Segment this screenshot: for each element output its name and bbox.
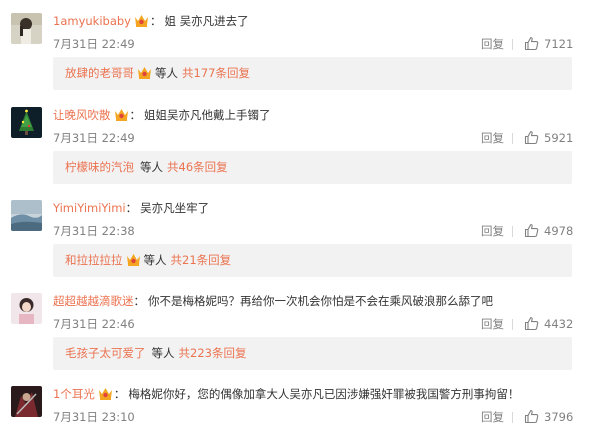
like-count: 7121 xyxy=(544,36,574,51)
like-count: 5921 xyxy=(544,130,574,145)
avatar[interactable] xyxy=(11,386,42,417)
comment-timestamp: 7月31日 22:38 xyxy=(53,224,135,238)
vip-badge-icon xyxy=(113,107,130,122)
avatar[interactable] xyxy=(11,200,42,231)
like-button[interactable]: 4978 xyxy=(524,222,573,239)
divider xyxy=(512,39,513,50)
comment-timestamp: 7月31日 22:49 xyxy=(53,131,135,145)
reply-button[interactable]: 回复 xyxy=(481,36,504,52)
replies-middle-text: 等人 xyxy=(140,160,163,174)
username-link[interactable]: 1amyukibaby xyxy=(53,14,131,28)
like-button[interactable]: 3796 xyxy=(524,408,573,425)
comment-timestamp: 7月31日 22:49 xyxy=(53,37,135,51)
thumbs-up-icon xyxy=(524,409,539,424)
like-count: 3796 xyxy=(544,409,574,424)
avatar[interactable] xyxy=(11,107,42,138)
like-button[interactable]: 7121 xyxy=(524,35,573,52)
vip-badge-icon xyxy=(133,13,150,28)
thumbs-up-icon xyxy=(524,36,539,51)
avatar[interactable] xyxy=(11,13,42,44)
comment-text: 姐姐吴亦凡他戴上手镯了 xyxy=(144,108,271,122)
divider xyxy=(512,133,513,144)
comment-text: 姐 吴亦凡进去了 xyxy=(164,14,249,28)
reply-button[interactable]: 回复 xyxy=(481,223,504,239)
view-replies-link[interactable]: 共21条回复 xyxy=(171,253,232,267)
reply-username[interactable]: 毛孩子太可爱了 xyxy=(65,346,146,360)
replies-middle-text: 等人 xyxy=(155,66,178,80)
thumbs-up-icon xyxy=(524,223,539,238)
divider xyxy=(512,412,513,423)
replies-middle-text: 等人 xyxy=(143,253,167,267)
vip-badge-icon xyxy=(125,247,142,266)
replies-middle-text: 等人 xyxy=(151,346,175,360)
thumbs-up-icon xyxy=(524,316,539,331)
like-count: 4432 xyxy=(544,316,574,331)
username-link[interactable]: 1个耳光 xyxy=(53,387,95,401)
reply-username[interactable]: 和拉拉拉拉 xyxy=(65,253,123,267)
avatar[interactable] xyxy=(11,293,42,324)
reply-button[interactable]: 回复 xyxy=(481,316,504,332)
view-replies-link[interactable]: 共46条回复 xyxy=(167,160,228,174)
reply-button[interactable]: 回复 xyxy=(481,130,504,146)
view-replies-link[interactable]: 共177条回复 xyxy=(182,66,250,80)
comment-text: 你不是梅格妮吗？再给你一次机会你怕是不会在乘风破浪那么舔了吧 xyxy=(148,294,493,308)
username-link[interactable]: YimiYimiYimi xyxy=(53,201,126,215)
view-replies-link[interactable]: 共223条回复 xyxy=(179,346,247,360)
replies-summary[interactable]: 毛孩子太可爱了 等人 共223条回复 xyxy=(53,337,572,370)
vip-badge-icon xyxy=(136,60,153,79)
replies-summary[interactable]: 放肆的老哥哥 等人 共177条回复 xyxy=(53,57,572,90)
like-button[interactable]: 5921 xyxy=(524,129,573,146)
replies-summary[interactable]: 柠檬味的汽泡 等人 共46条回复 xyxy=(53,151,572,184)
comment-text: 吴亦凡坐牢了 xyxy=(140,201,210,215)
thumbs-up-icon xyxy=(524,130,539,145)
divider xyxy=(512,226,513,237)
replies-summary[interactable]: 和拉拉拉拉 等人 共21条回复 xyxy=(53,244,572,277)
username-link[interactable]: 超超越越滴歌迷 xyxy=(53,294,134,308)
comment-timestamp: 7月31日 23:10 xyxy=(53,410,135,424)
reply-button[interactable]: 回复 xyxy=(481,409,504,425)
reply-username[interactable]: 柠檬味的汽泡 xyxy=(65,160,134,174)
divider xyxy=(512,319,513,330)
username-link[interactable]: 让晚风吹散 xyxy=(53,108,111,122)
like-count: 4978 xyxy=(544,223,574,238)
vip-badge-icon xyxy=(97,386,114,401)
comment-timestamp: 7月31日 22:46 xyxy=(53,317,135,331)
reply-username[interactable]: 放肆的老哥哥 xyxy=(65,66,134,80)
like-button[interactable]: 4432 xyxy=(524,315,573,332)
comment-text: 梅格妮你好，您的偶像加拿大人吴亦凡已因涉嫌强奸罪被我国警方刑事拘留！ xyxy=(128,387,520,401)
